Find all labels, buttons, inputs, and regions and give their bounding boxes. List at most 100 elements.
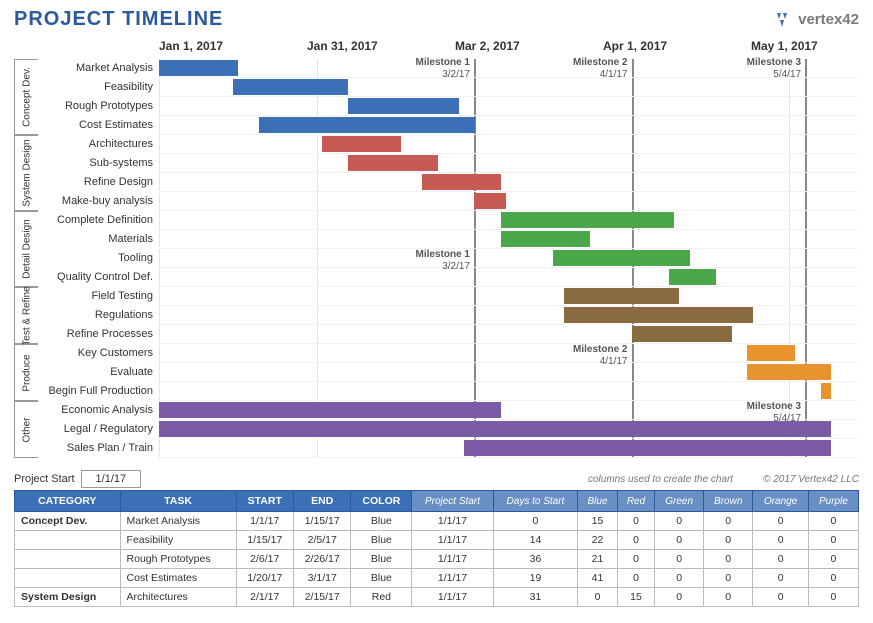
table-cell: 2/15/17 <box>294 588 351 607</box>
table-cell: 0 <box>808 569 858 588</box>
table-cell: Blue <box>351 550 412 569</box>
table-cell: 1/1/17 <box>412 550 493 569</box>
gantt-bar <box>501 231 591 247</box>
table-cell: 19 <box>493 569 578 588</box>
table-row: Feasibility1/15/172/5/17Blue1/1/17142200… <box>15 531 859 550</box>
table-cell: 0 <box>704 550 753 569</box>
task-label: Materials <box>42 230 159 249</box>
task-label: Tooling <box>42 249 159 268</box>
table-cell: 0 <box>493 512 578 531</box>
table-subheader: Project Start <box>412 491 493 512</box>
table-cell: 0 <box>704 512 753 531</box>
table-cell: 1/1/17 <box>412 569 493 588</box>
group-label: Concept Dev. <box>14 59 38 135</box>
table-row: System DesignArchitectures2/1/172/15/17R… <box>15 588 859 607</box>
table-cell: 0 <box>753 531 808 550</box>
table-cell: 0 <box>753 569 808 588</box>
axis-tick: May 1, 2017 <box>751 39 873 59</box>
table-cell: Blue <box>351 569 412 588</box>
bar-row <box>159 97 859 116</box>
bar-row <box>159 173 859 192</box>
date-axis: Jan 1, 2017Jan 31, 2017Mar 2, 2017Apr 1,… <box>159 39 859 59</box>
table-cell: 14 <box>493 531 578 550</box>
bar-row <box>159 211 859 230</box>
project-start-label: Project Start <box>14 473 75 485</box>
table-cell: 1/1/17 <box>236 512 293 531</box>
table-cell: 0 <box>808 588 858 607</box>
table-cell: 0 <box>617 512 654 531</box>
gantt-bar <box>632 326 732 342</box>
gantt-bar <box>747 345 795 361</box>
table-subheader: Purple <box>808 491 858 512</box>
table-cell: 21 <box>578 550 617 569</box>
table-cell: 0 <box>655 531 704 550</box>
table-cell: 0 <box>655 588 704 607</box>
table-cell: Cost Estimates <box>120 569 236 588</box>
task-label: Legal / Regulatory <box>42 420 159 439</box>
task-label: Begin Full Production <box>42 382 159 401</box>
table-subheader: Orange <box>753 491 808 512</box>
milestone-label-repeat: Milestone 13/2/17 <box>404 249 470 273</box>
table-cell: 15 <box>617 588 654 607</box>
milestone-label: Milestone 24/1/17 <box>562 57 628 81</box>
table-cell: 2/6/17 <box>236 550 293 569</box>
table-subheader: Green <box>655 491 704 512</box>
table-cell: 3/1/17 <box>294 569 351 588</box>
task-label: Market Analysis <box>42 59 159 78</box>
task-label: Regulations <box>42 306 159 325</box>
gantt-bar <box>564 307 753 323</box>
table-cell: 2/1/17 <box>236 588 293 607</box>
gantt-chart: Jan 1, 2017Jan 31, 2017Mar 2, 2017Apr 1,… <box>14 39 859 458</box>
table-cell: 36 <box>493 550 578 569</box>
table-cell: Red <box>351 588 412 607</box>
task-label: Cost Estimates <box>42 116 159 135</box>
bars-area <box>159 287 859 344</box>
task-label: Sales Plan / Train <box>42 439 159 458</box>
milestone-label: Milestone 35/4/17 <box>735 57 801 81</box>
bars-area: Milestone 35/4/17 <box>159 401 859 458</box>
table-cell: System Design <box>15 588 121 607</box>
table-cell: 0 <box>655 550 704 569</box>
milestone-label: Milestone 13/2/17 <box>404 57 470 81</box>
project-start-value: 1/1/17 <box>81 470 142 488</box>
group-label: Produce <box>14 344 38 401</box>
gantt-bar <box>259 117 475 133</box>
table-cell: 0 <box>617 550 654 569</box>
table-cell: 0 <box>617 531 654 550</box>
page-title: PROJECT TIMELINE <box>14 8 223 31</box>
bar-row <box>159 230 859 249</box>
bar-row <box>159 249 859 268</box>
table-cell: Feasibility <box>120 531 236 550</box>
table-header: START <box>236 491 293 512</box>
gantt-bar <box>348 155 438 171</box>
task-label: Architectures <box>42 135 159 154</box>
table-cell: 31 <box>493 588 578 607</box>
table-cell: 0 <box>808 531 858 550</box>
table-cell: 41 <box>578 569 617 588</box>
table-cell: 15 <box>578 512 617 531</box>
table-cell: Rough Prototypes <box>120 550 236 569</box>
table-cell: 22 <box>578 531 617 550</box>
columns-note: columns used to create the chart <box>588 474 733 485</box>
table-cell: 2/26/17 <box>294 550 351 569</box>
gantt-bar <box>821 383 832 399</box>
table-row: Cost Estimates1/20/173/1/17Blue1/1/17194… <box>15 569 859 588</box>
data-table: CATEGORYTASKSTARTENDCOLORProject StartDa… <box>14 490 859 607</box>
table-cell: 2/5/17 <box>294 531 351 550</box>
task-label: Refine Processes <box>42 325 159 344</box>
table-cell: Blue <box>351 512 412 531</box>
task-label: Refine Design <box>42 173 159 192</box>
table-cell: 1/15/17 <box>236 531 293 550</box>
table-subheader: Blue <box>578 491 617 512</box>
table-cell: 0 <box>753 512 808 531</box>
gantt-bar <box>159 60 238 76</box>
task-label: Complete Definition <box>42 211 159 230</box>
table-row: Rough Prototypes2/6/172/26/17Blue1/1/173… <box>15 550 859 569</box>
bar-row <box>159 135 859 154</box>
bar-row <box>159 154 859 173</box>
copyright: © 2017 Vertex42 LLC <box>763 474 859 485</box>
table-cell: 0 <box>753 588 808 607</box>
gantt-bar <box>159 402 501 418</box>
table-subheader: Brown <box>704 491 753 512</box>
table-row: Concept Dev.Market Analysis1/1/171/15/17… <box>15 512 859 531</box>
